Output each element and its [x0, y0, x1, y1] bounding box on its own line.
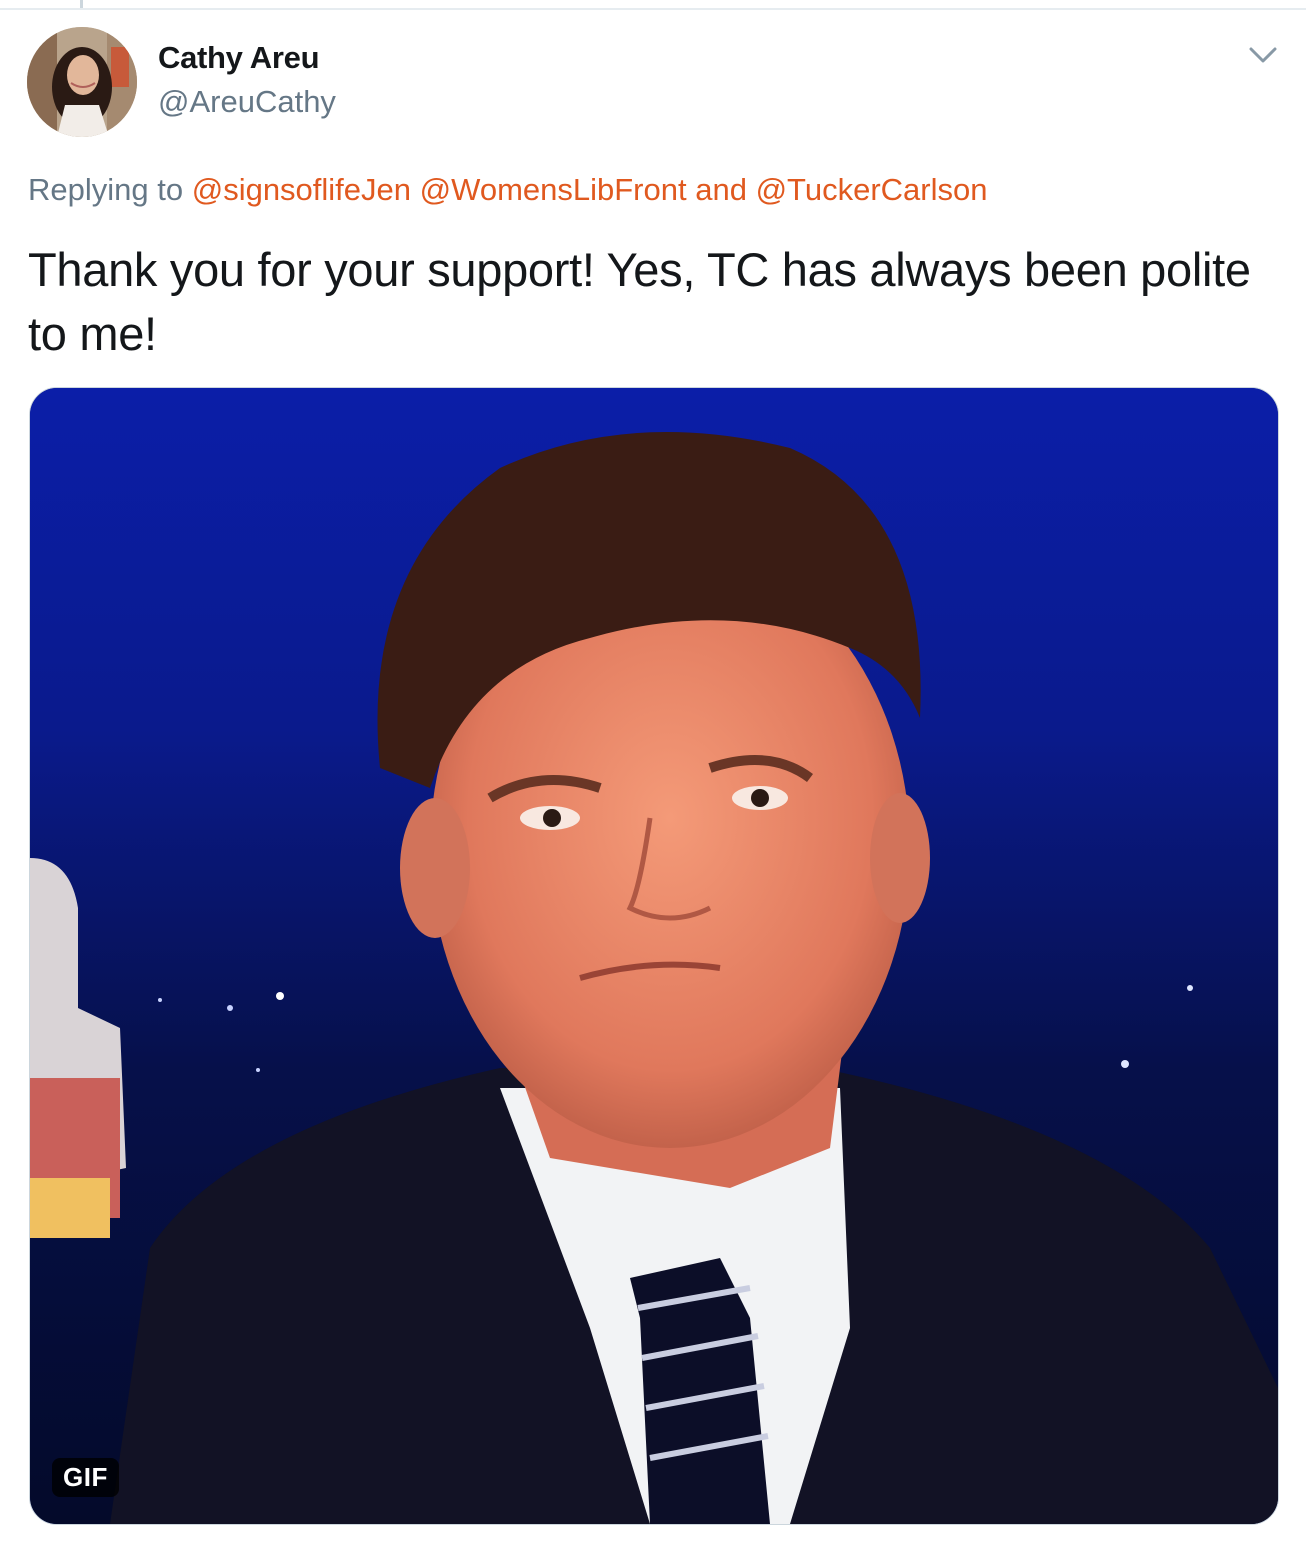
- reply-prefix: Replying to: [28, 172, 184, 207]
- mention-link-tuckercarlson[interactable]: @TuckerCarlson: [756, 172, 988, 207]
- reply-joiner: and: [695, 172, 747, 207]
- gif-image: [30, 388, 1278, 1524]
- user-handle[interactable]: @AreuCathy: [158, 84, 336, 120]
- divider: [0, 8, 1306, 10]
- reply-context: Replying to @signsoflifeJen @WomensLibFr…: [28, 172, 987, 208]
- avatar[interactable]: [27, 27, 137, 137]
- gif-media[interactable]: [29, 387, 1279, 1525]
- chevron-down-icon: [1249, 47, 1277, 63]
- mention-link-womenslibfront[interactable]: @WomensLibFront: [420, 172, 687, 207]
- avatar-image: [27, 27, 137, 137]
- display-name[interactable]: Cathy Areu: [158, 40, 320, 76]
- gif-badge: GIF: [52, 1458, 119, 1497]
- mention-link-signsoflifejen[interactable]: @signsoflifeJen: [192, 172, 411, 207]
- tweet-menu-button[interactable]: [1245, 40, 1281, 70]
- tweet-text: Thank you for your support! Yes, TC has …: [28, 243, 1251, 360]
